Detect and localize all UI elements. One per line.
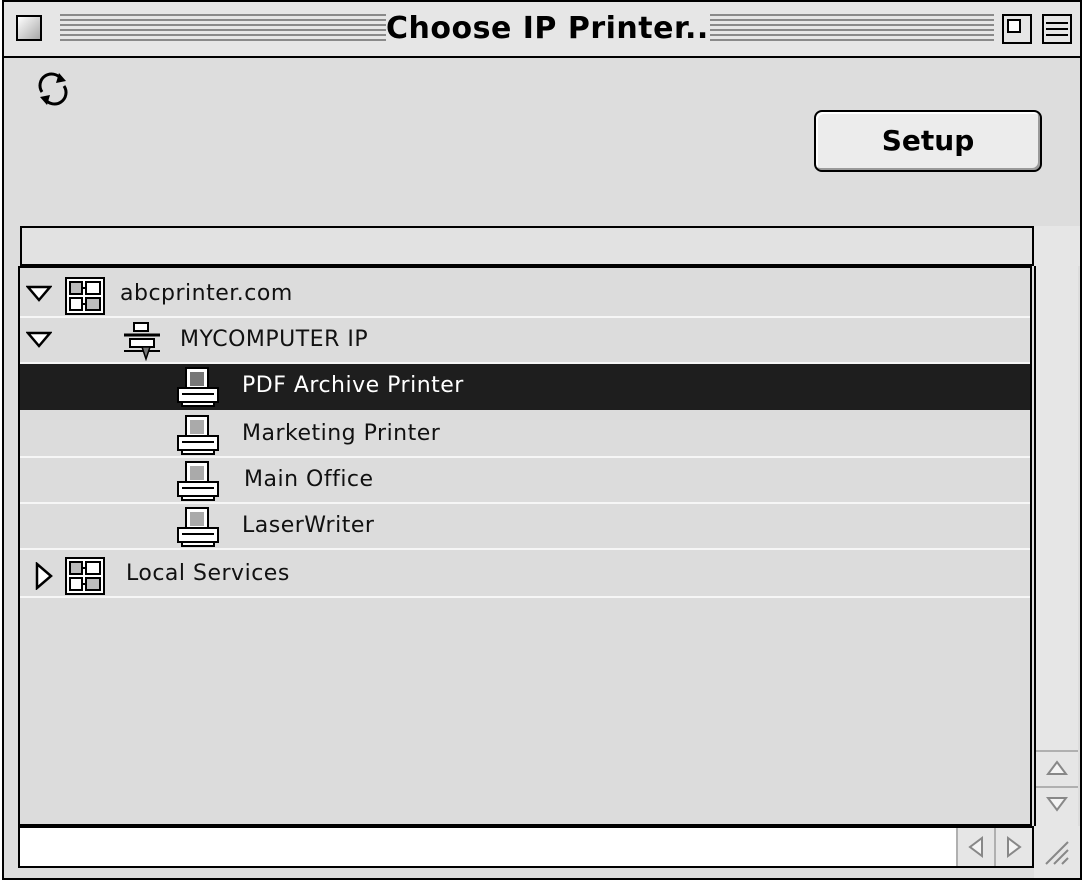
printer-icon	[177, 507, 219, 547]
tree-row-mycomputer-ip[interactable]: MYCOMPUTER IP	[20, 318, 1030, 364]
scroll-down-button[interactable]	[1036, 786, 1078, 822]
network-zone-icon	[65, 557, 105, 595]
tree-row-label: Marketing Printer	[242, 421, 441, 446]
scroll-down-arrow-icon	[1046, 797, 1068, 812]
tree-row-local-services[interactable]: Local Services	[20, 552, 1030, 598]
printer-icon	[177, 461, 219, 501]
tree-row-label: MYCOMPUTER IP	[180, 327, 369, 352]
tree-row-abcprinter[interactable]: abcprinter.com	[20, 272, 1030, 318]
disclosure-expanded-icon[interactable]	[26, 330, 52, 350]
disclosure-expanded-icon[interactable]	[26, 284, 52, 304]
tree-row-label: Local Services	[126, 561, 290, 586]
scroll-left-button[interactable]	[956, 828, 994, 866]
printer-tree-list[interactable]: abcprinter.com MYCOMPUTER IP PDF Archive…	[18, 266, 1032, 826]
window-title: Choose IP Printer...	[386, 8, 710, 50]
tree-row-label: LaserWriter	[242, 513, 375, 538]
close-box-button[interactable]	[16, 15, 42, 41]
tree-row-main-office[interactable]: Main Office	[20, 458, 1030, 504]
title-bar-stripes-right	[710, 14, 994, 44]
title-bar-stripes-left	[60, 14, 386, 44]
scroll-right-arrow-icon	[1007, 836, 1022, 858]
scroll-up-button[interactable]	[1036, 750, 1078, 786]
scroll-left-arrow-icon	[968, 836, 983, 858]
refresh-icon[interactable]	[34, 70, 72, 108]
scroll-up-arrow-icon	[1046, 760, 1068, 775]
collapse-box-button[interactable]	[1042, 14, 1072, 44]
disclosure-collapsed-icon[interactable]	[34, 562, 54, 590]
tree-row-marketing-printer[interactable]: Marketing Printer	[20, 412, 1030, 458]
tree-row-label: abcprinter.com	[120, 281, 293, 306]
tree-row-laserwriter[interactable]: LaserWriter	[20, 504, 1030, 550]
printer-icon	[177, 415, 219, 455]
tree-row-pdf-archive-printer[interactable]: PDF Archive Printer	[20, 364, 1030, 410]
zoom-box-button[interactable]	[1002, 14, 1032, 44]
path-field[interactable]	[20, 226, 1034, 266]
vertical-scrollbar[interactable]	[1034, 266, 1078, 826]
tree-row-label: Main Office	[244, 467, 374, 492]
scrollbar-top-cap	[1034, 226, 1080, 266]
computer-host-icon	[124, 322, 160, 361]
setup-button[interactable]: Setup	[814, 110, 1042, 172]
title-bar[interactable]: Choose IP Printer...	[4, 2, 1080, 58]
tree-row-label: PDF Archive Printer	[242, 373, 464, 398]
scroll-right-button[interactable]	[994, 828, 1032, 866]
network-zone-icon	[65, 277, 105, 315]
printer-icon	[177, 367, 219, 407]
resize-grip[interactable]	[1034, 826, 1080, 878]
choose-ip-printer-window: Choose IP Printer... Setup abcprinter.co…	[2, 0, 1082, 880]
resize-grip-icon	[1045, 841, 1069, 865]
horizontal-scrollbar[interactable]	[18, 826, 1034, 868]
